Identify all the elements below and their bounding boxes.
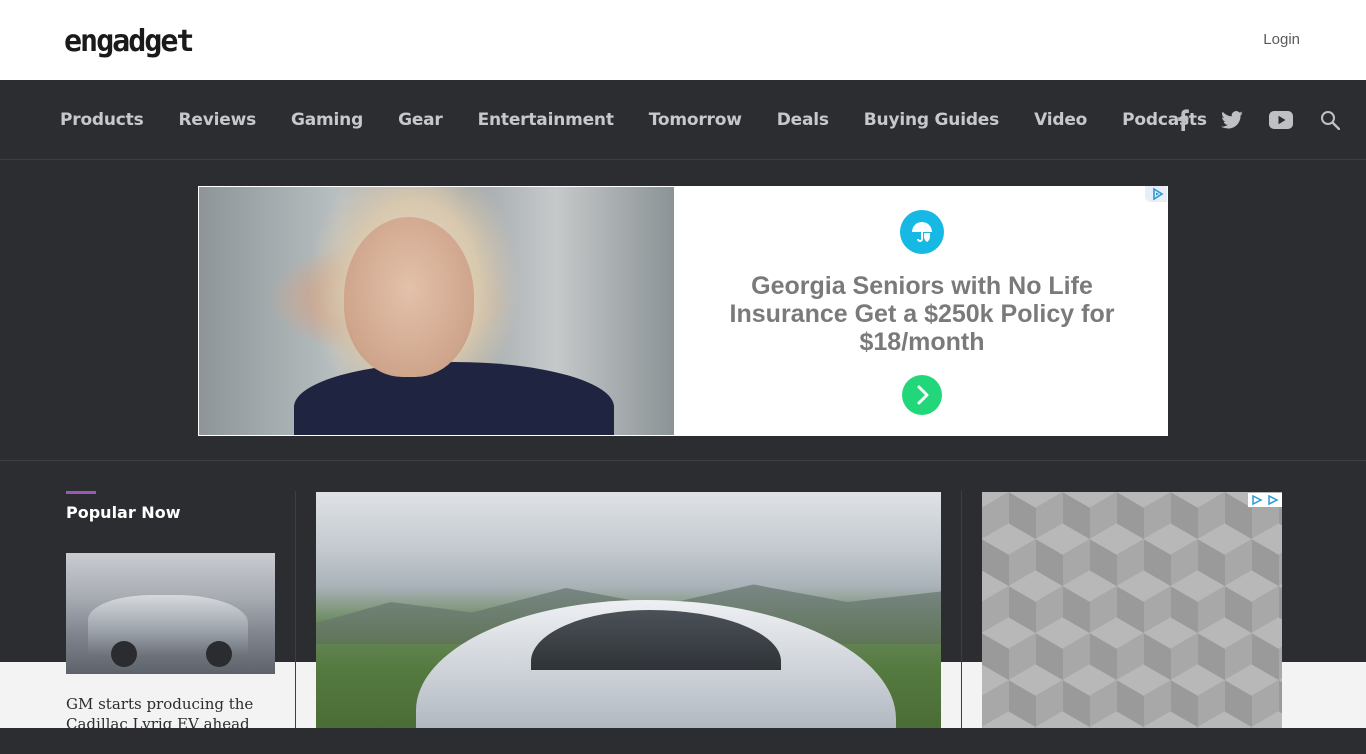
column-divider: [961, 491, 962, 728]
engadget-logo[interactable]: engadget: [64, 20, 220, 60]
main-nav: Products Reviews Gaming Gear Entertainme…: [0, 80, 1366, 160]
popular-image-wheel: [111, 641, 137, 667]
nav-item-video[interactable]: Video: [1034, 110, 1087, 130]
ad-banner[interactable]: Georgia Seniors with No Life Insurance G…: [198, 186, 1168, 436]
youtube-icon[interactable]: [1269, 108, 1293, 132]
ad-photo: [199, 187, 674, 435]
popular-article-headline[interactable]: GM starts producing the Cadillac Lyriq E…: [66, 694, 266, 754]
popular-image-wheel: [206, 641, 232, 667]
chevron-right-icon[interactable]: [902, 375, 942, 415]
hero-article-image[interactable]: [316, 492, 941, 728]
ad-photo-face: [344, 217, 474, 377]
social-icons: [1146, 80, 1342, 160]
nav-item-reviews[interactable]: Reviews: [179, 110, 257, 130]
popular-now-heading: Popular Now: [66, 503, 181, 522]
nav-item-tomorrow[interactable]: Tomorrow: [649, 110, 742, 130]
login-link[interactable]: Login: [1263, 31, 1300, 48]
nav-item-gear[interactable]: Gear: [398, 110, 443, 130]
side-ad[interactable]: [982, 492, 1282, 728]
nav-item-gaming[interactable]: Gaming: [291, 110, 363, 130]
top-ad-section: Georgia Seniors with No Life Insurance G…: [0, 161, 1366, 461]
nav-item-products[interactable]: Products: [60, 110, 144, 130]
popular-article-image[interactable]: [66, 553, 275, 674]
twitter-icon[interactable]: [1220, 108, 1244, 132]
top-header: engadget Login: [0, 0, 1366, 80]
adchoices-icon[interactable]: [1248, 493, 1282, 507]
search-icon[interactable]: [1318, 108, 1342, 132]
adchoices-icon[interactable]: [1145, 186, 1167, 202]
column-divider: [295, 491, 296, 728]
nav-item-entertainment[interactable]: Entertainment: [478, 110, 614, 130]
umbrella-shield-icon: [900, 210, 944, 254]
nav-item-buying-guides[interactable]: Buying Guides: [864, 110, 999, 130]
facebook-icon[interactable]: [1171, 108, 1195, 132]
ad-headline: Georgia Seniors with No Life Insurance G…: [729, 272, 1115, 356]
nav-items: Products Reviews Gaming Gear Entertainme…: [60, 80, 1242, 160]
popular-accent-bar: [66, 491, 96, 494]
nav-item-deals[interactable]: Deals: [777, 110, 829, 130]
logo-text: engadget: [64, 24, 193, 59]
